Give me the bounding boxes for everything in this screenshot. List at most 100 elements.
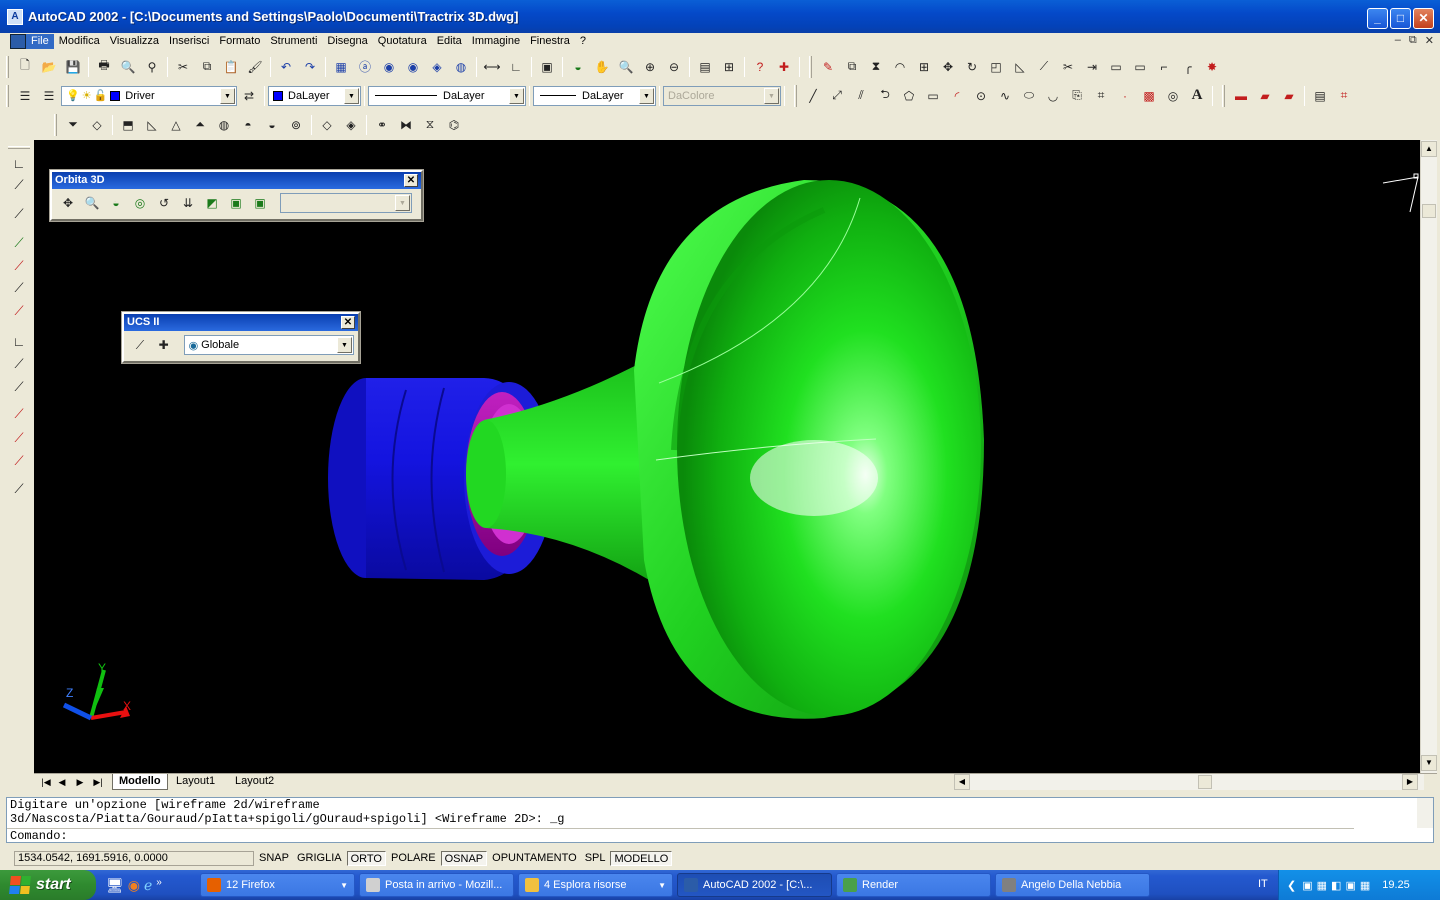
ortho-toggle[interactable]: ORTO <box>346 850 386 866</box>
rectangle-icon[interactable]: ▭ <box>921 85 945 107</box>
explode-icon[interactable]: ✸ <box>1200 56 1224 78</box>
toolbar-grip[interactable] <box>54 113 57 136</box>
zoom-realtime-icon[interactable]: 🔍 <box>614 56 638 78</box>
back-clip-icon[interactable]: ▣ <box>248 192 272 214</box>
ellipse-icon[interactable]: ⬭ <box>1017 85 1041 107</box>
report-icon[interactable]: ▤ <box>1308 85 1332 107</box>
help-icon[interactable]: ? <box>748 56 772 78</box>
taskbar-item-explorer[interactable]: 4 Esplora risorse ▼ <box>518 873 673 897</box>
internet-explorer-icon[interactable]: ℯ <box>144 877 152 894</box>
3d-orbit-icon[interactable]: ◒ <box>566 56 590 78</box>
arc-icon[interactable]: ◜ <box>945 85 969 107</box>
chevron-right-icon[interactable]: » <box>156 877 162 894</box>
command-window[interactable]: Digitare un'opzione [wireframe 2d/wirefr… <box>6 797 1434 843</box>
start-button[interactable]: start <box>0 870 96 900</box>
cone-icon[interactable]: ⏶ <box>188 114 212 136</box>
redo-icon[interactable]: ↷ <box>298 56 322 78</box>
zoom-window-icon[interactable]: ⊕ <box>638 56 662 78</box>
toolbar-grip[interactable] <box>794 84 797 107</box>
new-icon[interactable]: 🗋 <box>13 56 37 78</box>
grid-toggle[interactable]: GRIGLIA <box>294 851 345 866</box>
dish-icon[interactable]: ◒ <box>260 114 284 136</box>
move-icon[interactable]: ✥ <box>936 56 960 78</box>
properties-icon[interactable]: ▤ <box>693 56 717 78</box>
dome-icon[interactable]: ◓ <box>236 114 260 136</box>
scroll-down-button[interactable]: ▼ <box>1421 755 1437 771</box>
lineweight-toggle[interactable]: SPL <box>582 851 609 866</box>
document-icon[interactable] <box>10 34 26 49</box>
line-icon[interactable]: ╱ <box>801 85 825 107</box>
pan-icon[interactable]: ✋ <box>590 56 614 78</box>
make-block-icon[interactable]: ⌗ <box>1089 85 1113 107</box>
3d-swivel-icon[interactable]: ↺ <box>152 192 176 214</box>
polar-toggle[interactable]: POLARE <box>388 851 439 866</box>
language-indicator[interactable]: IT <box>1258 878 1268 890</box>
title-bar[interactable]: A AutoCAD 2002 - [C:\Documents and Setti… <box>0 0 1440 33</box>
scroll-up-button[interactable]: ▲ <box>1421 141 1437 157</box>
break-icon[interactable]: ▭ <box>1104 56 1128 78</box>
menu-help[interactable]: ? <box>575 34 591 49</box>
extend-icon[interactable]: ⇥ <box>1080 56 1104 78</box>
dbconnect-icon[interactable]: ◉ <box>401 56 425 78</box>
zoom-previous-icon[interactable]: ⊖ <box>662 56 686 78</box>
snap-toggle[interactable]: SNAP <box>256 851 292 866</box>
mdi-close-button[interactable]: ✕ <box>1425 34 1434 47</box>
publish-icon[interactable]: ⚲ <box>140 56 164 78</box>
z-axis-vector-ucs-icon[interactable]: ⟋ <box>8 353 30 375</box>
face-ucs-icon[interactable]: ⟋ <box>8 277 30 299</box>
spline-icon[interactable]: ∿ <box>993 85 1017 107</box>
mdi-restore-button[interactable]: ⧉ <box>1409 34 1417 47</box>
3d-continuous-orbit-icon[interactable]: ◎ <box>128 192 152 214</box>
palette-close-button[interactable]: ✕ <box>404 174 418 187</box>
layer-previous-icon[interactable]: ☰ <box>37 85 61 107</box>
layer-manager-icon[interactable]: ☰ <box>13 85 37 107</box>
next-tab-button[interactable]: ▶ <box>72 775 88 789</box>
clock[interactable]: 19.25 <box>1382 879 1410 891</box>
taskbar-item-mail[interactable]: Posta in arrivo - Mozill... <box>359 873 514 897</box>
open-icon[interactable]: 📂 <box>37 56 61 78</box>
scroll-thumb[interactable] <box>1198 775 1212 789</box>
hatch-icon[interactable]: ▩ <box>1137 85 1161 107</box>
ucs-ii-palette[interactable]: UCS II ✕ ⟋ ✚ ◉ Globale ▼ <box>121 311 361 364</box>
wedge-icon[interactable]: ◺ <box>140 114 164 136</box>
3d-adjust-clip-planes-icon[interactable]: ◩ <box>200 192 224 214</box>
chevron-down-icon[interactable]: ▼ <box>220 87 235 104</box>
undo-icon[interactable]: ↶ <box>274 56 298 78</box>
lengthen-icon[interactable]: ⟋ <box>1032 56 1056 78</box>
menu-file[interactable]: File <box>26 34 54 49</box>
autodesk-point-a-icon[interactable]: ⓐ <box>353 56 377 78</box>
front-clip-icon[interactable]: ▣ <box>224 192 248 214</box>
multiline-icon[interactable]: ⫽ <box>849 85 873 107</box>
display-ucs-dialog-icon[interactable]: ⟋ <box>8 174 30 196</box>
menu-edita[interactable]: Edita <box>432 34 467 49</box>
3d-pan-icon[interactable]: ✥ <box>56 192 80 214</box>
scenes-icon[interactable]: ▰ <box>1253 85 1277 107</box>
rotate-icon[interactable]: ↻ <box>960 56 984 78</box>
copy-icon[interactable]: ⧉ <box>195 56 219 78</box>
last-tab-button[interactable]: ▶| <box>90 775 106 789</box>
trim-icon[interactable]: ✂ <box>1056 56 1080 78</box>
scroll-thumb[interactable] <box>1422 204 1436 218</box>
3-point-ucs-icon[interactable]: ⟋ <box>8 376 30 398</box>
color-dropdown[interactable]: DaLayer ▼ <box>268 85 361 106</box>
drawing-viewport[interactable]: Y X Z Orbita 3D ✕ ✥ 🔍 ◒ ◎ ↺ ⇊ ◩ ▣ ▣ ▼ UC… <box>34 140 1420 773</box>
ucs-icon[interactable]: ∟ <box>8 152 30 174</box>
multiline-text-icon[interactable]: A <box>1185 85 1209 107</box>
pyramid-icon[interactable]: △ <box>164 114 188 136</box>
polygon-icon[interactable]: ⬠ <box>897 85 921 107</box>
toolbar-grip[interactable] <box>8 146 30 149</box>
tray-app-icon[interactable]: ▣ <box>1302 879 1312 892</box>
tab-modello[interactable]: Modello <box>112 774 168 790</box>
revolved-surface-icon[interactable]: ⚭ <box>370 114 394 136</box>
menu-inserisci[interactable]: Inserisci <box>164 34 214 49</box>
volume-icon[interactable]: ◧ <box>1331 879 1341 892</box>
xyz-icon[interactable]: ⌗ <box>1332 85 1356 107</box>
stretch-icon[interactable]: ◺ <box>1008 56 1032 78</box>
tray-app-icon[interactable]: ▦ <box>1360 879 1370 892</box>
toolbar-grip[interactable] <box>6 55 9 78</box>
scale-icon[interactable]: ◰ <box>984 56 1008 78</box>
construction-line-icon[interactable]: ⤢ <box>825 85 849 107</box>
menu-immagine[interactable]: Immagine <box>467 34 525 49</box>
menu-finestra[interactable]: Finestra <box>525 34 575 49</box>
torus-icon[interactable]: ⊚ <box>284 114 308 136</box>
